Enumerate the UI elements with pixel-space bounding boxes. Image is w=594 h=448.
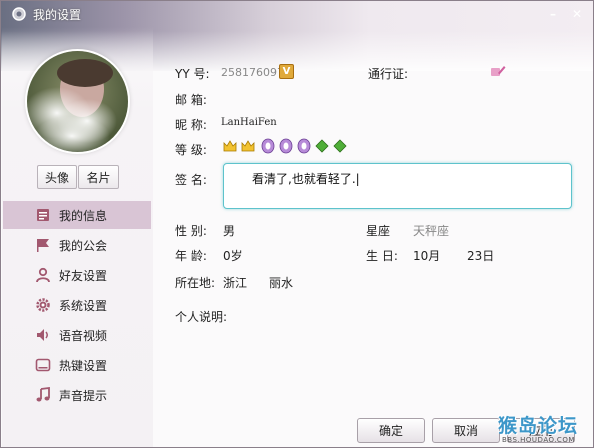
gender-label: 性 别: (175, 224, 207, 238)
apply-button[interactable]: 应用 (507, 418, 575, 443)
keyboard-icon (35, 358, 51, 372)
passport-label: 通行证: (368, 67, 409, 81)
window-title: 我的设置 (33, 8, 82, 22)
sidebar-item-label: 系统设置 (59, 298, 108, 313)
sidebar-item-label: 我的公会 (59, 238, 108, 253)
signature-input[interactable]: 看清了,也就看轻了.| (223, 163, 572, 209)
nickname-label: 昵 称: (175, 118, 207, 132)
location-province: 浙江 (223, 276, 248, 290)
avatar[interactable] (27, 51, 128, 152)
signature-text: 看清了,也就看轻了.| (252, 172, 360, 186)
sidebar-item-my-info[interactable]: 我的信息 (3, 201, 151, 229)
yy-number-value: 258176097 (221, 66, 284, 79)
sidebar-item-sound-alerts[interactable]: 声音提示 (3, 381, 151, 409)
sidebar-item-label: 好友设置 (59, 268, 108, 283)
zodiac-label: 星座 (366, 224, 391, 238)
level-label: 等 级: (175, 143, 207, 157)
nickname-value: LanHaiFen (221, 117, 277, 128)
level-badges (223, 138, 358, 154)
level-icons (223, 138, 347, 154)
title-bar: 我的设置 – ✕ (1, 1, 593, 27)
edit-pencil-icon[interactable] (490, 64, 506, 78)
ok-button[interactable]: 确定 (357, 418, 425, 443)
birthday-month: 10月 (413, 249, 441, 263)
id-card-icon (37, 209, 49, 221)
sidebar-item-label: 我的信息 (59, 208, 108, 223)
flag-icon (37, 239, 49, 252)
email-label: 邮 箱: (175, 93, 207, 107)
birthday-label: 生 日: (366, 249, 398, 263)
sidebar-item-hotkey-settings[interactable]: 热键设置 (3, 351, 151, 379)
card-button[interactable]: 名片 (78, 165, 119, 189)
birthday-day: 23日 (467, 249, 495, 263)
bio-label: 个人说明: (175, 310, 228, 324)
yy-number-label: YY 号: (175, 67, 210, 81)
sidebar-item-my-guild[interactable]: 我的公会 (3, 231, 151, 259)
close-button[interactable]: ✕ (570, 7, 584, 21)
cancel-button[interactable]: 取消 (432, 418, 500, 443)
speaker-icon (37, 329, 48, 341)
vip-badge-icon[interactable]: V (279, 64, 294, 79)
person-icon (36, 267, 50, 283)
sidebar-item-label: 声音提示 (59, 388, 108, 403)
settings-window: 我的设置 – ✕ 头像 名片 我的信息 我的公会 好友设置 系统设置 语音视频 … (0, 0, 594, 448)
sidebar-item-label: 语音视频 (59, 328, 108, 343)
gear-icon (12, 7, 26, 21)
music-note-icon (36, 387, 50, 402)
location-city: 丽水 (269, 276, 294, 290)
zodiac-value: 天秤座 (413, 224, 450, 238)
signature-label: 签 名: (175, 173, 207, 187)
gear-icon (36, 298, 50, 312)
sidebar-item-system-settings[interactable]: 系统设置 (3, 291, 151, 319)
sidebar-item-label: 热键设置 (59, 358, 108, 373)
avatar-button[interactable]: 头像 (37, 165, 77, 189)
minimize-button[interactable]: – (546, 7, 560, 21)
age-label: 年 龄: (175, 249, 207, 263)
age-value: 0岁 (223, 249, 243, 263)
location-label: 所在地: (175, 276, 216, 290)
sidebar-item-friend-settings[interactable]: 好友设置 (3, 261, 151, 289)
gender-value: 男 (223, 224, 236, 238)
avatar-photo (27, 51, 128, 152)
sidebar-item-voice-video[interactable]: 语音视频 (3, 321, 151, 349)
